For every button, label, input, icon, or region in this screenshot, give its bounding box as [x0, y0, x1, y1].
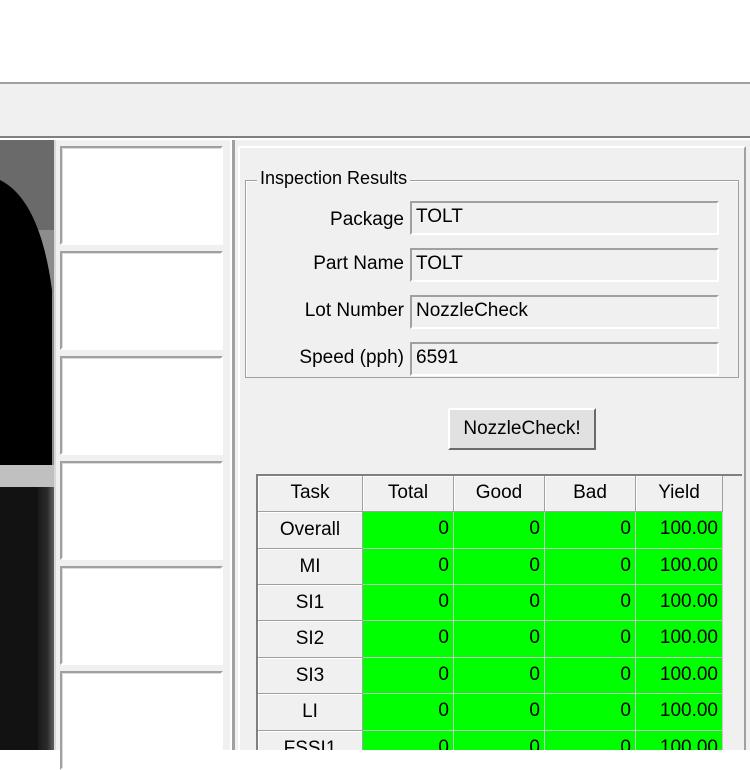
bad-cell: 0 — [545, 658, 636, 694]
results-table: Task Total Good Bad Yield Overall 0 0 0 … — [256, 474, 742, 750]
good-cell: 0 — [454, 658, 545, 694]
good-cell: 0 — [454, 585, 545, 621]
total-cell: 0 — [363, 731, 454, 750]
yield-cell: 100.00 — [636, 621, 723, 658]
good-cell: 0 — [454, 621, 545, 658]
column-header-total[interactable]: Total — [363, 476, 454, 512]
total-cell: 0 — [363, 694, 454, 731]
row-header-overall: Overall — [258, 512, 363, 549]
part-name-label: Part Name — [313, 253, 404, 274]
row-header-fssi1: FSSI1 — [258, 731, 363, 750]
speed-field[interactable]: 6591 — [410, 342, 719, 376]
thumbnail-column — [56, 140, 230, 770]
good-cell: 0 — [454, 694, 545, 731]
total-cell: 0 — [363, 549, 454, 585]
package-label: Package — [330, 209, 404, 230]
yield-cell: 100.00 — [636, 658, 723, 694]
speed-label: Speed (pph) — [299, 347, 404, 368]
thumbnail-slot[interactable] — [60, 146, 223, 245]
bad-cell: 0 — [545, 512, 636, 549]
lot-number-field[interactable]: NozzleCheck — [410, 295, 719, 329]
yield-cell: 100.00 — [636, 549, 723, 585]
yield-cell: 100.00 — [636, 731, 723, 750]
total-cell: 0 — [363, 585, 454, 621]
total-cell: 0 — [363, 512, 454, 549]
top-blank-area — [0, 0, 750, 82]
row-header-si2: SI2 — [258, 621, 363, 658]
inspection-results-title: Inspection Results — [257, 168, 411, 189]
part-name-field[interactable]: TOLT — [410, 248, 719, 282]
row-header-si3: SI3 — [258, 658, 363, 694]
good-cell: 0 — [454, 512, 545, 549]
row-header-si1: SI1 — [258, 585, 363, 621]
bad-cell: 0 — [545, 731, 636, 750]
bad-cell: 0 — [545, 621, 636, 658]
total-cell: 0 — [363, 621, 454, 658]
bad-cell: 0 — [545, 549, 636, 585]
thumbnail-slot[interactable] — [60, 566, 223, 665]
column-header-yield[interactable]: Yield — [636, 476, 723, 512]
total-cell: 0 — [363, 658, 454, 694]
camera-image — [0, 140, 54, 750]
thumbnail-slot[interactable] — [60, 671, 223, 770]
bad-cell: 0 — [545, 694, 636, 731]
thumbnail-slot[interactable] — [60, 251, 223, 350]
row-header-li: LI — [258, 694, 363, 731]
yield-cell: 100.00 — [636, 694, 723, 731]
nozzle-check-button[interactable]: NozzleCheck! — [448, 408, 596, 450]
lot-number-label: Lot Number — [304, 300, 404, 321]
camera-image-view[interactable] — [0, 140, 56, 750]
column-header-task[interactable]: Task — [258, 476, 363, 512]
row-header-mi: MI — [258, 549, 363, 585]
package-field[interactable]: TOLT — [410, 201, 719, 235]
toolbar-strip — [0, 82, 750, 138]
thumbnail-slot[interactable] — [60, 356, 223, 455]
good-cell: 0 — [454, 549, 545, 585]
column-header-bad[interactable]: Bad — [545, 476, 636, 512]
thumbnail-slot[interactable] — [60, 461, 223, 560]
bad-cell: 0 — [545, 585, 636, 621]
yield-cell: 100.00 — [636, 585, 723, 621]
column-header-good[interactable]: Good — [454, 476, 545, 512]
yield-cell: 100.00 — [636, 512, 723, 549]
good-cell: 0 — [454, 731, 545, 750]
